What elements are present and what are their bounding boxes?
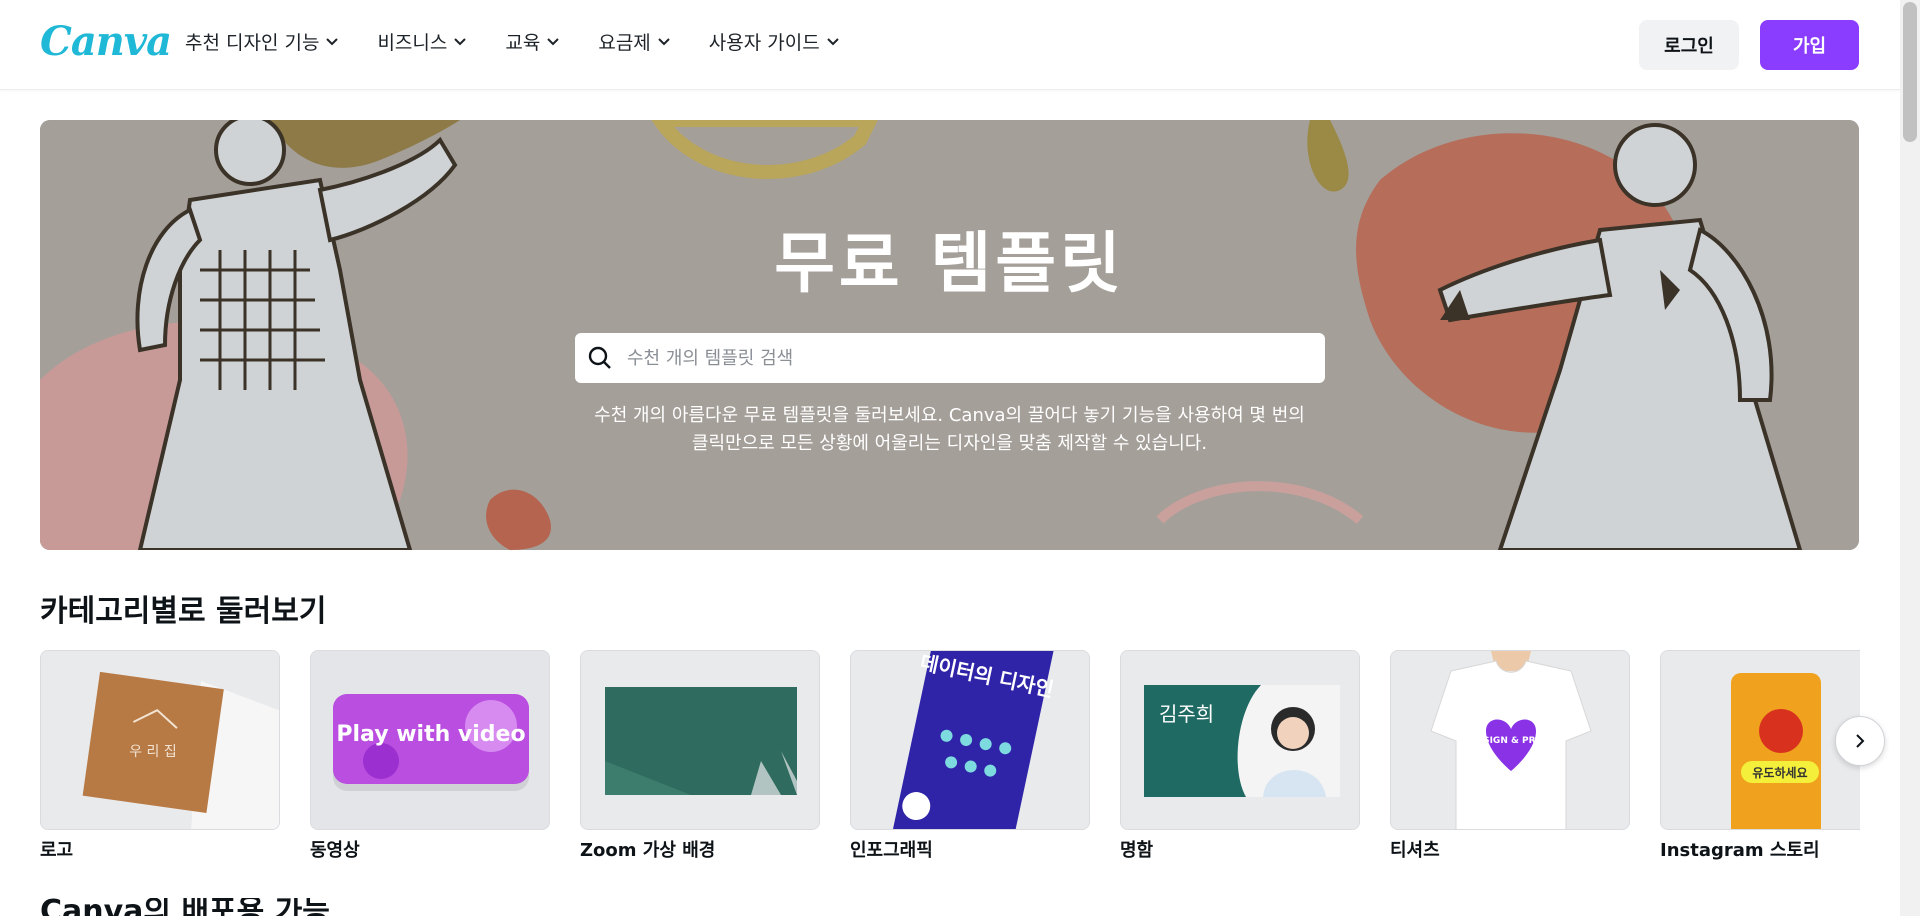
categories-title: 카테고리별로 둘러보기 (40, 594, 327, 629)
category-card-video[interactable]: Play with video 동영상 (310, 650, 550, 862)
category-card-business-card[interactable]: 김주희 명함 (1120, 650, 1360, 862)
category-thumbnail: 김주희 (1120, 650, 1360, 830)
search-icon (587, 345, 613, 371)
nav-label: 교육 (505, 32, 541, 54)
category-thumbnail: 우 리 집 (40, 650, 280, 830)
scrollbar-thumb[interactable] (1903, 2, 1917, 142)
nav-label: 비즈니스 (377, 32, 448, 54)
video-thumb-text: Play with video (336, 722, 525, 747)
next-section-title-text: Canva의 배포용 가능 (40, 898, 330, 916)
category-thumbnail (580, 650, 820, 830)
nav-pricing[interactable]: 요금제 (598, 28, 670, 55)
category-card-zoom-background[interactable]: Zoom 가상 배경 (580, 650, 820, 862)
nav-education[interactable]: 교육 (505, 28, 560, 55)
category-card-tshirt[interactable]: DESIGN & PRINT 티셔츠 (1390, 650, 1630, 862)
tshirt-thumb-text: DESIGN & PRINT (1469, 736, 1553, 746)
category-label: 로고 (40, 840, 74, 861)
logo-thumb-text: 우 리 집 (129, 744, 177, 760)
main-nav: 추천 디자인 기능 비즈니스 교육 요금제 사용자 가이드 (185, 28, 878, 55)
category-label: 동영상 (310, 840, 360, 861)
top-header: Canva 추천 디자인 기능 비즈니스 교육 요금제 사용자 가이드 로그인 … (0, 0, 1900, 90)
category-thumbnail: Play with video (310, 650, 550, 830)
category-thumbnail: 유도하세요 (1660, 650, 1860, 830)
nav-featured-design[interactable]: 추천 디자인 기능 (185, 28, 339, 55)
category-label: Zoom 가상 배경 (580, 840, 716, 861)
logo-thumb-art: 우 리 집 (41, 651, 279, 829)
business-card-thumb-text: 김주희 (1159, 702, 1214, 726)
zoom-thumb-art (581, 651, 819, 829)
login-button[interactable]: 로그인 (1639, 20, 1739, 70)
category-card-instagram-story[interactable]: 유도하세요 Instagram 스토리 (1660, 650, 1860, 862)
hero-banner: 무료 템플릿 수천 개의 아름다운 무료 템플릿을 둘러보세요. Canva의 … (40, 120, 1859, 550)
next-section-title: Canva의 배포용 가능 (40, 898, 330, 916)
instagram-story-thumb-text: 유도하세요 (1752, 765, 1807, 780)
business-card-thumb-art: 김주희 (1121, 651, 1359, 829)
nav-label: 요금제 (598, 32, 651, 54)
chevron-down-icon (827, 37, 839, 45)
hero-description: 수천 개의 아름다운 무료 템플릿을 둘러보세요. Canva의 끌어다 놓기 … (40, 402, 1859, 458)
hero-desc-line: 클릭만으로 모든 상황에 어울리는 디자인을 맞춤 제작할 수 있습니다. (691, 433, 1208, 454)
template-search-box[interactable] (575, 333, 1325, 383)
chevron-down-icon (326, 37, 339, 45)
carousel-next-button[interactable] (1835, 716, 1885, 766)
search-input[interactable] (625, 346, 1289, 370)
chevron-right-icon (1856, 734, 1865, 748)
nav-label: 사용자 가이드 (708, 32, 820, 54)
nav-user-guide[interactable]: 사용자 가이드 (709, 28, 840, 55)
nav-label: 추천 디자인 기능 (185, 32, 320, 54)
chevron-down-icon (547, 37, 560, 45)
chevron-down-icon (454, 37, 467, 45)
hero-title: 무료 템플릿 (774, 225, 1125, 302)
video-thumb-art: Play with video (311, 651, 549, 829)
nav-business[interactable]: 비즈니스 (377, 28, 467, 55)
category-thumbnail: DESIGN & PRINT (1390, 650, 1630, 830)
category-carousel: 우 리 집 로고 Play with video 동영상 Zoom 가상 배경 … (40, 650, 1860, 870)
category-label: Instagram 스토리 (1660, 840, 1820, 861)
instagram-story-thumb-art: 유도하세요 (1661, 651, 1860, 829)
category-label: 명함 (1120, 840, 1154, 861)
infographic-thumb-art: 데이터의 디자인 (851, 651, 1089, 829)
category-thumbnail: 데이터의 디자인 (850, 650, 1090, 830)
hero-desc-line: 수천 개의 아름다운 무료 템플릿을 둘러보세요. Canva의 끌어다 놓기 … (594, 405, 1305, 426)
chevron-down-icon (658, 37, 670, 45)
category-label: 인포그래픽 (850, 840, 933, 861)
tshirt-thumb-art: DESIGN & PRINT (1391, 651, 1629, 829)
category-label: 티셔츠 (1390, 840, 1440, 861)
category-card-infographic[interactable]: 데이터의 디자인 인포그래픽 (850, 650, 1090, 862)
signup-button[interactable]: 가입 (1760, 20, 1859, 70)
canva-logo[interactable]: Canva (40, 18, 172, 65)
category-card-logo[interactable]: 우 리 집 로고 (40, 650, 280, 862)
